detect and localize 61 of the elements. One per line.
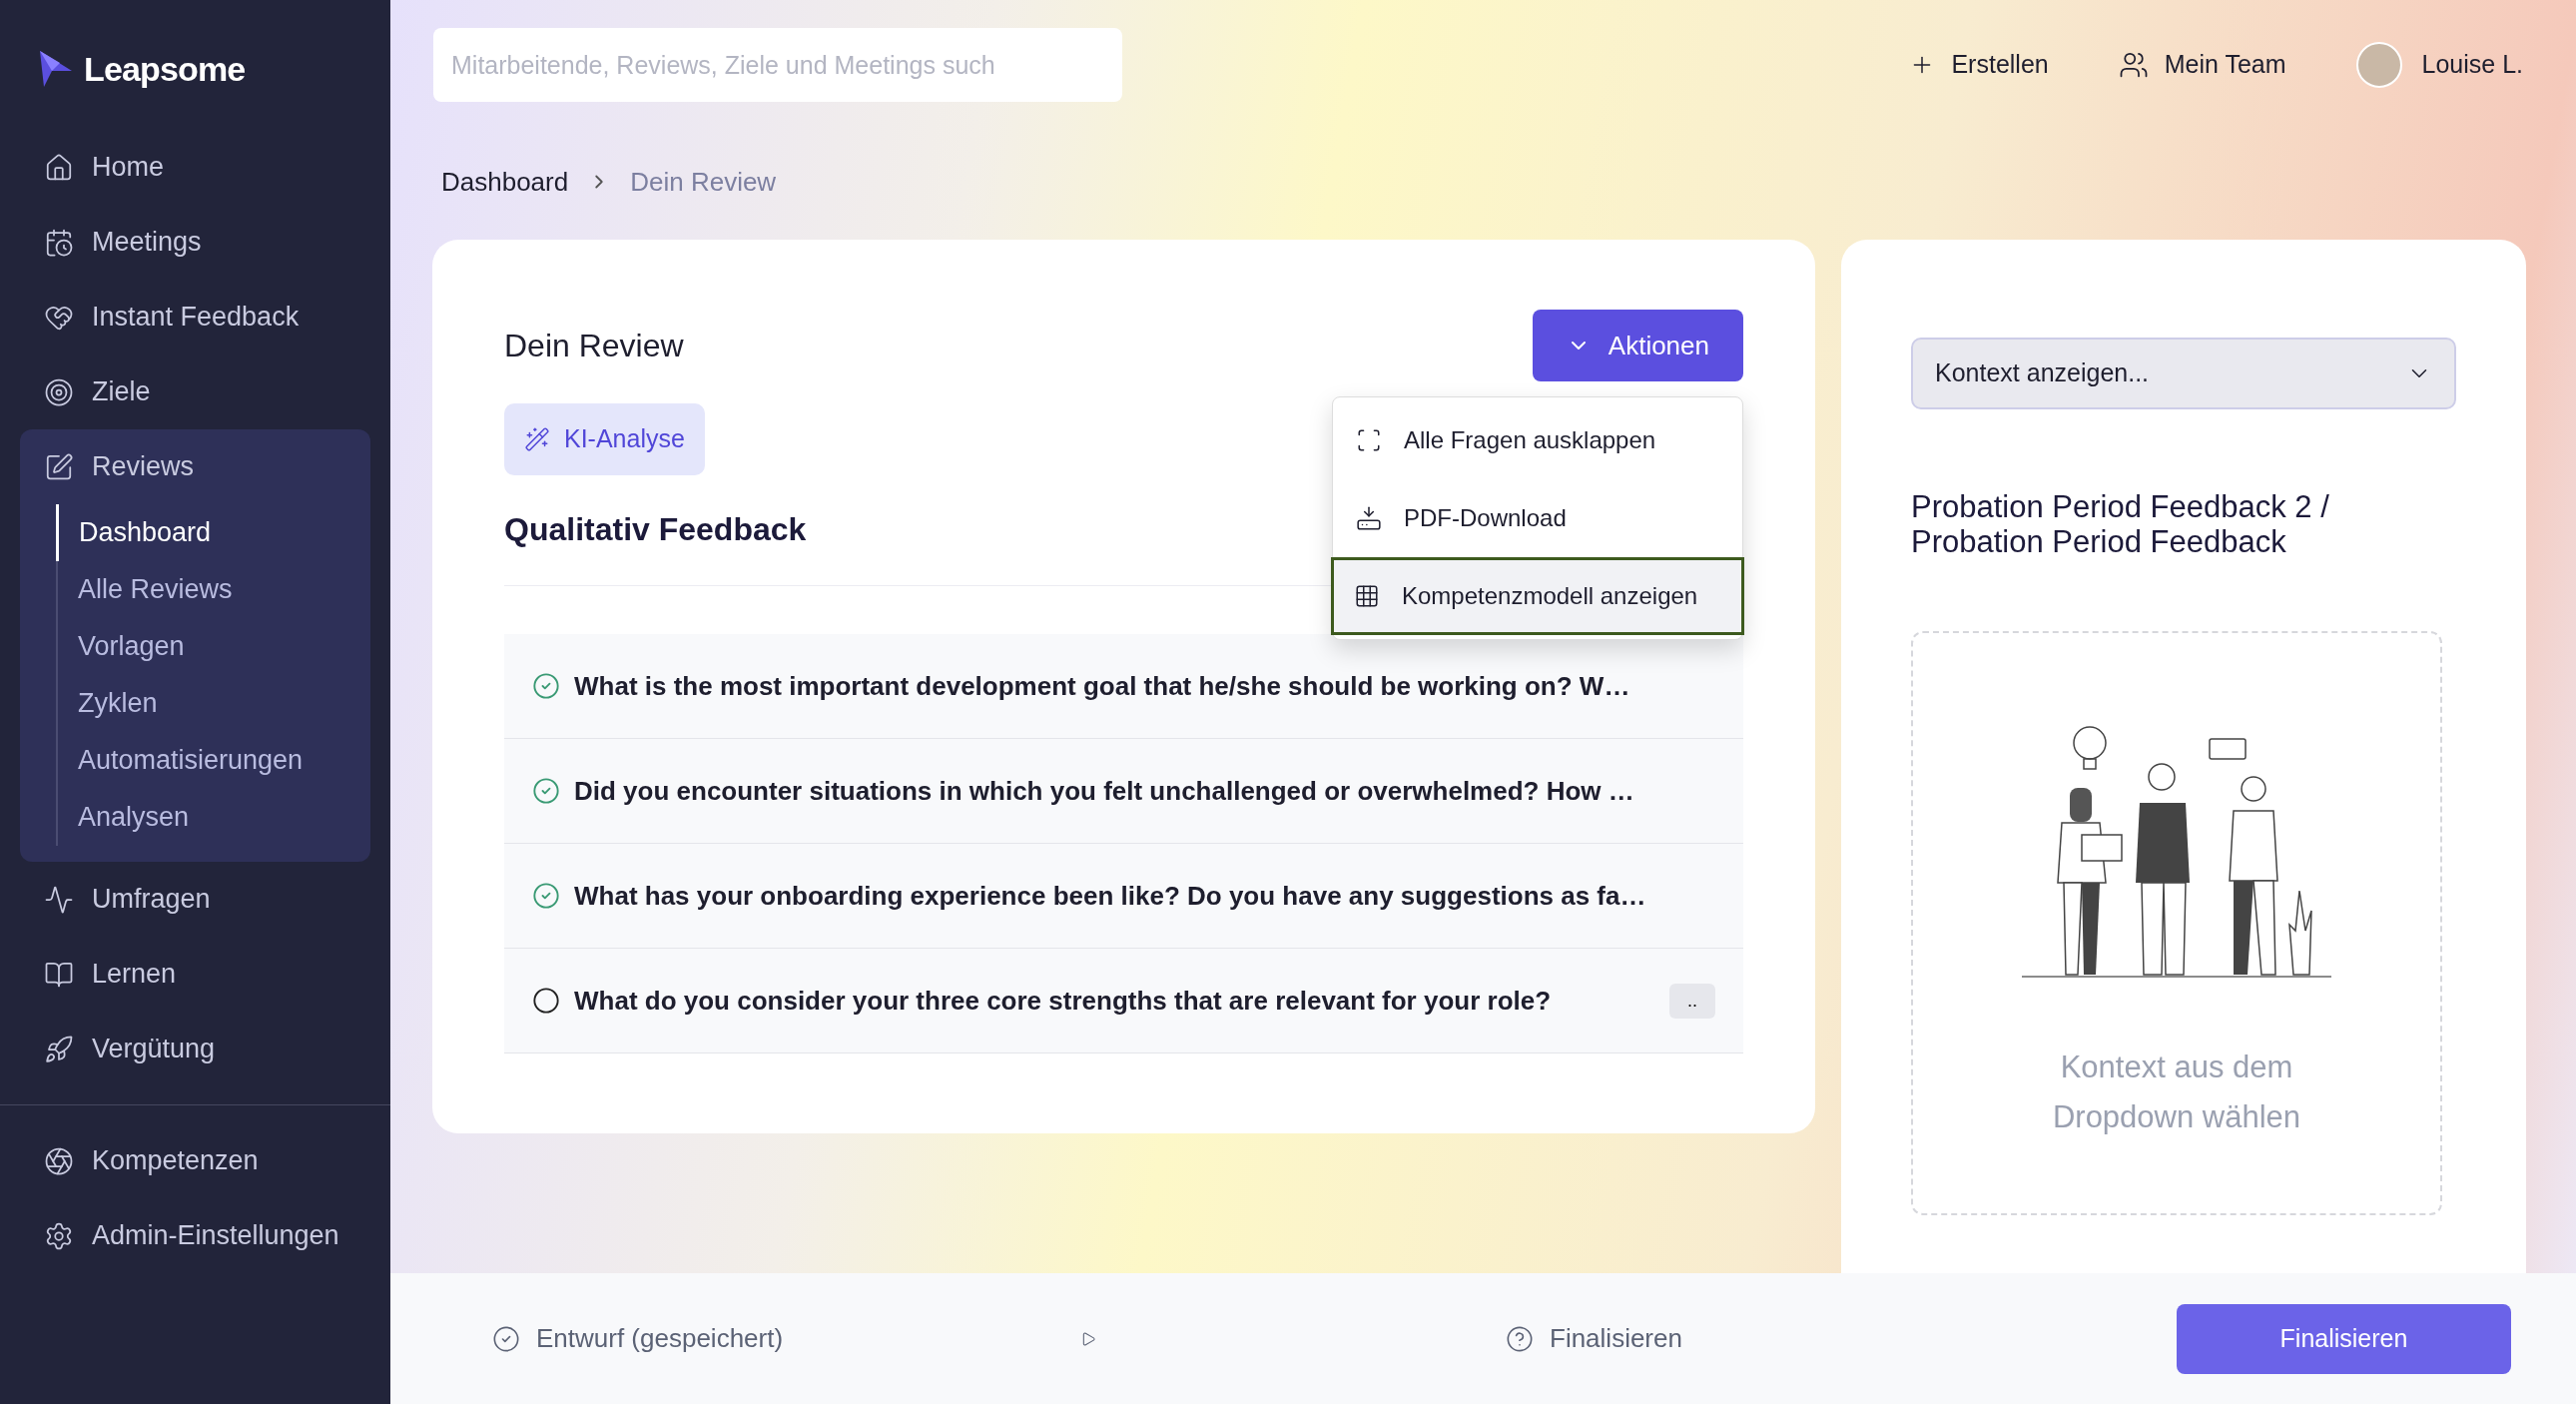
question-text: What has your onboarding experience been like? Do you have any suggestions as fa…	[574, 879, 1647, 913]
nav-item[interactable]: Instant Feedback	[0, 280, 390, 354]
settings-icon	[44, 1220, 74, 1251]
avatar	[2355, 42, 2402, 88]
help-icon	[1506, 1324, 1534, 1353]
question-row[interactable]: What do you consider your three core strengths that are relevant for your role? ..	[504, 949, 1743, 1053]
question-row[interactable]: What is the most important development goal that he/she should be working on? W…	[504, 634, 1743, 739]
logo-text: Leapsome	[84, 48, 246, 90]
empty-state-text: Kontext aus dem Dropdown wählen	[2051, 1049, 2302, 1136]
finalize-button[interactable]: Finalisieren	[2177, 1303, 2511, 1374]
card-title: Dein Review	[504, 327, 684, 365]
breadcrumb-link[interactable]: Dashboard	[441, 162, 569, 202]
nav-item[interactable]: Admin-Einstellungen	[0, 1198, 390, 1273]
home-icon	[44, 152, 74, 183]
question-row[interactable]: Did you encounter situations in which you felt unchallenged or overwhelmed? How …	[504, 739, 1743, 844]
question-row[interactable]: What has your onboarding experience been like? Do you have any suggestions as fa…	[504, 844, 1743, 949]
target-icon	[44, 376, 74, 407]
logo-icon	[38, 49, 74, 89]
actions-button[interactable]: Aktionen	[1532, 310, 1743, 381]
rocket-icon	[44, 1034, 74, 1064]
subnav-item[interactable]: Zyklen	[58, 675, 370, 732]
menu-item[interactable]: Kompetenzmodell anzeigen	[1331, 557, 1744, 635]
calendar-icon	[44, 227, 74, 258]
section-title: Qualitativ Feedback	[504, 510, 807, 549]
context-select[interactable]: Kontext anzeigen...	[1911, 338, 2456, 409]
ai-analysis-button[interactable]: KI-Analyse	[504, 403, 705, 475]
context-title: Probation Period Feedback 2 / Probation Period Feedback	[1911, 489, 2330, 559]
subnav-item[interactable]: Analysen	[58, 789, 370, 846]
download-icon	[1356, 505, 1382, 531]
nav-item[interactable]: Vergütung	[0, 1012, 390, 1086]
nav-item[interactable]: Lernen	[0, 937, 390, 1012]
play-icon[interactable]	[1080, 1330, 1096, 1347]
magic-wand-icon	[524, 426, 550, 452]
question-text: What is the most important development goal that he/she should be working on? W…	[574, 669, 1631, 703]
nav-item[interactable]: Meetings	[0, 205, 390, 280]
question-text: What do you consider your three core strengths that are relevant for your role?	[574, 984, 1553, 1018]
nav-item[interactable]: Ziele	[0, 354, 390, 429]
pulse-icon	[44, 884, 74, 915]
subnav-item[interactable]: Dashboard	[56, 504, 370, 561]
finalize-step-text: Finalisieren	[1550, 1322, 1682, 1355]
subnav-item[interactable]: Vorlagen	[58, 618, 370, 675]
more-button[interactable]: ..	[1669, 983, 1715, 1019]
menu-item[interactable]: Alle Fragen ausklappen	[1333, 401, 1742, 479]
nav-item[interactable]: Umfragen	[0, 862, 390, 937]
check-circle-icon	[492, 1324, 520, 1353]
user-menu[interactable]: Louise L.	[2355, 42, 2523, 88]
subnav-item[interactable]: Automatisierungen	[58, 732, 370, 789]
nav-item[interactable]: Kompetenzen	[0, 1123, 390, 1198]
topbar-button[interactable]: Erstellen	[1909, 46, 2049, 84]
status-text: Entwurf (gespeichert)	[536, 1322, 785, 1355]
team-icon	[2118, 50, 2149, 80]
nav-item[interactable]: Reviews	[20, 429, 370, 504]
search-field[interactable]: Mitarbeitende, Reviews, Ziele und Meetings such	[433, 28, 1122, 102]
table-icon	[1354, 583, 1380, 609]
edit-icon	[44, 451, 74, 482]
topbar-button[interactable]: Mein Team	[2118, 46, 2286, 84]
subnav-item[interactable]: Alle Reviews	[58, 561, 370, 618]
menu-item[interactable]: PDF-Download	[1333, 479, 1742, 557]
expand-icon	[1356, 427, 1382, 453]
question-text: Did you encounter situations in which you felt unchallenged or overwhelmed? How …	[574, 774, 1635, 808]
nav-item[interactable]: Home	[0, 130, 390, 205]
